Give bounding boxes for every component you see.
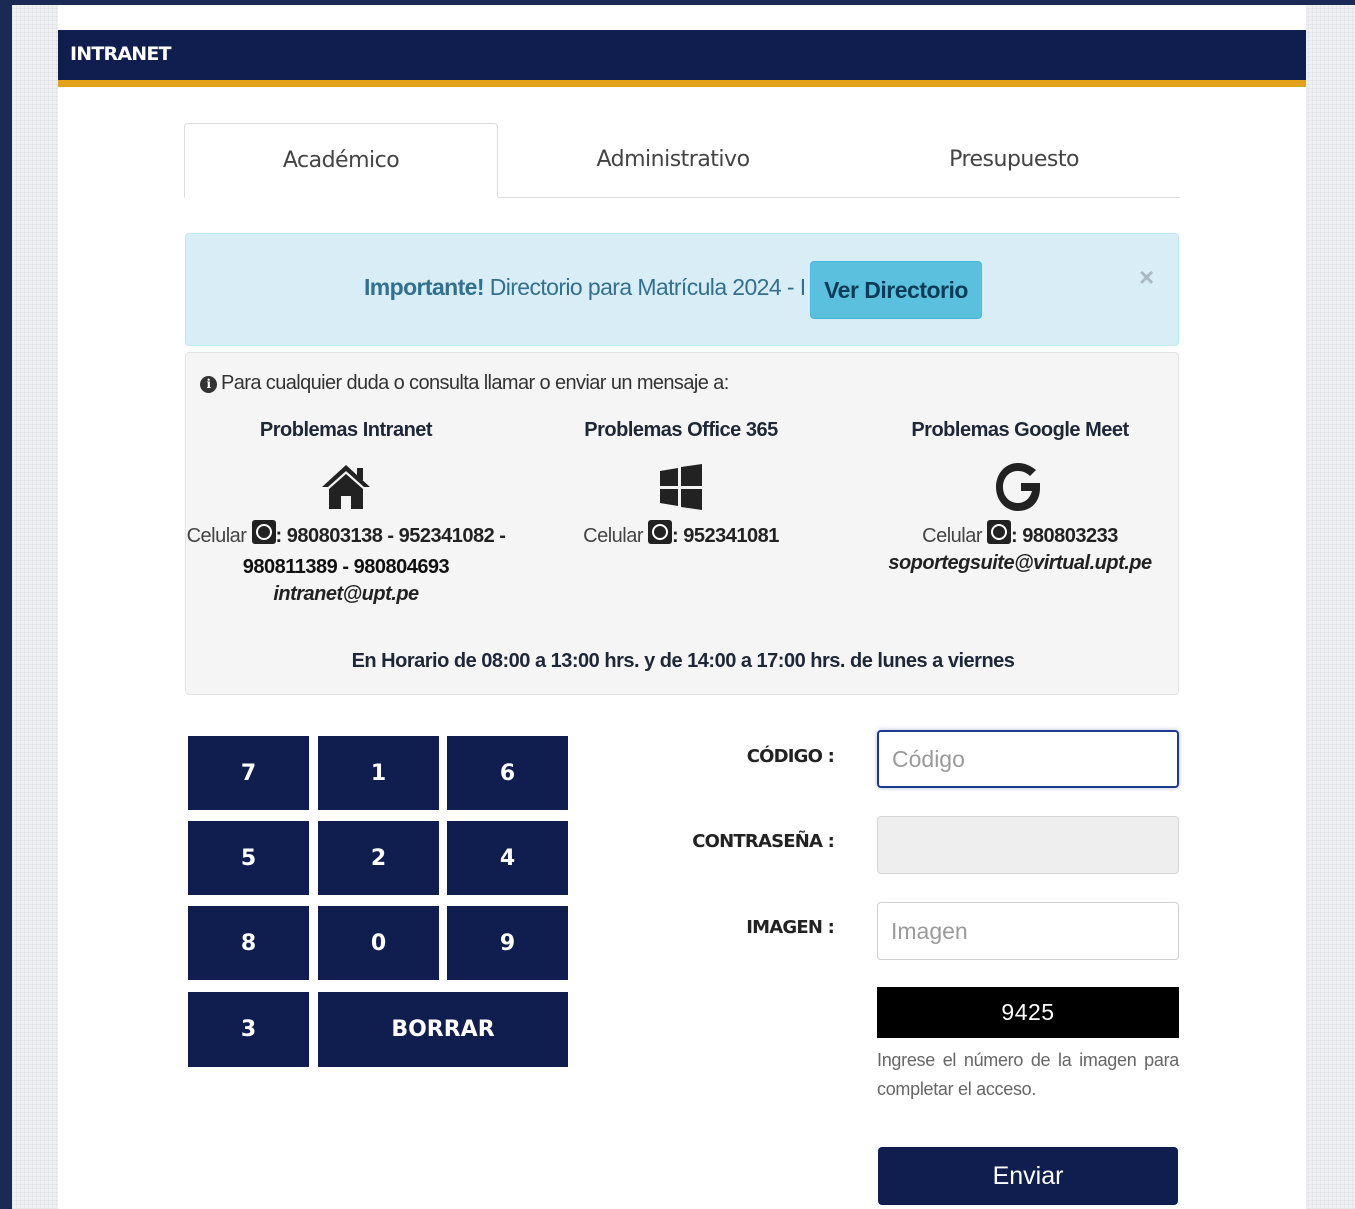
keypad-key[interactable]: 4 xyxy=(447,821,568,895)
keypad-key[interactable]: 1 xyxy=(318,736,439,810)
phone-label: Celular xyxy=(186,525,247,547)
home-icon xyxy=(186,460,506,514)
whatsapp-icon xyxy=(987,520,1012,544)
alert-message: Importante! Directorio para Matrícula 20… xyxy=(364,274,806,301)
phone-numbers: : 980803138 - 952341082 - xyxy=(275,525,506,547)
windows-icon xyxy=(526,460,836,514)
support-column-meet: Problemas Google Meet Celular : 98080323… xyxy=(856,419,1184,575)
support-title-office: Problemas Office 365 xyxy=(584,419,778,441)
keypad-key[interactable]: 6 xyxy=(447,736,568,810)
keypad-key[interactable]: 5 xyxy=(188,821,309,895)
support-title-intranet: Problemas Intranet xyxy=(259,419,433,441)
tab-administrativo[interactable]: Administrativo xyxy=(498,123,848,197)
support-phones-intranet: Celular : 980803138 - 952341082 - xyxy=(186,520,506,552)
submit-button[interactable]: Enviar xyxy=(878,1147,1178,1205)
phone-numbers: : 980803233 xyxy=(1011,525,1118,547)
info-icon: i xyxy=(200,376,217,393)
captcha-image: 9425 xyxy=(877,987,1179,1038)
tab-presupuesto[interactable]: Presupuesto xyxy=(848,123,1180,197)
support-phones-office: Celular : 952341081 xyxy=(526,520,836,552)
keypad-key[interactable]: 3 xyxy=(188,992,309,1067)
google-icon xyxy=(856,460,1184,514)
whatsapp-icon xyxy=(648,520,673,544)
support-email-intranet[interactable]: intranet@upt.pe xyxy=(186,583,506,606)
keypad-key[interactable]: 2 xyxy=(318,821,439,895)
login-tabs: Académico Administrativo Presupuesto xyxy=(184,123,1180,198)
image-input[interactable] xyxy=(877,902,1179,960)
whatsapp-icon xyxy=(251,520,276,544)
support-info-box: i Para cualquier duda o consulta llamar o… xyxy=(185,352,1179,695)
keypad-key[interactable]: 8 xyxy=(188,906,309,980)
support-email-meet[interactable]: soportegsuite@virtual.upt.pe xyxy=(856,552,1184,575)
password-input[interactable] xyxy=(877,816,1179,874)
phone-numbers-line2: 980811389 - 980804693 xyxy=(242,556,450,578)
alert-close-icon[interactable]: × xyxy=(1139,262,1154,293)
keypad-key[interactable]: 9 xyxy=(447,906,568,980)
support-column-office: Problemas Office 365 Celular : 952341081 xyxy=(526,419,836,552)
keypad-key[interactable]: 7 xyxy=(188,736,309,810)
alert-text: Directorio para Matrícula 2024 - I xyxy=(483,274,806,300)
alert-strong: Importante! xyxy=(364,274,485,300)
ver-directorio-button[interactable]: Ver Directorio xyxy=(810,261,982,319)
phone-label: Celular xyxy=(583,525,643,547)
header-bar: INTRANET xyxy=(58,30,1306,87)
tab-academico[interactable]: Académico xyxy=(184,123,498,198)
support-schedule: En Horario de 08:00 a 13:00 hrs. y de 14… xyxy=(351,650,1015,672)
image-label: IMAGEN : xyxy=(746,917,835,938)
captcha-help-text: Ingrese el número de la imagen para comp… xyxy=(877,1050,1179,1099)
important-alert: Importante! Directorio para Matrícula 20… xyxy=(185,233,1179,346)
support-intro: i Para cualquier duda o consulta llamar o… xyxy=(200,372,729,395)
support-intro-text: Para cualquier duda o consulta llamar o … xyxy=(221,372,729,394)
support-column-intranet: Problemas Intranet Celular : 980803138 -… xyxy=(186,419,506,606)
support-phones-meet: Celular : 980803233 xyxy=(856,520,1184,552)
phone-numbers: : 952341081 xyxy=(672,525,779,547)
code-input[interactable] xyxy=(877,730,1179,788)
header-title: INTRANET xyxy=(70,43,172,65)
support-title-meet: Problemas Google Meet xyxy=(911,419,1129,441)
keypad-key[interactable]: 0 xyxy=(318,906,439,980)
window-left-border xyxy=(0,0,12,1209)
code-label: CÓDIGO : xyxy=(746,746,835,767)
password-label: CONTRASEÑA : xyxy=(692,831,835,852)
phone-label: Celular xyxy=(922,525,982,547)
keypad-clear-button[interactable]: BORRAR xyxy=(318,992,568,1067)
